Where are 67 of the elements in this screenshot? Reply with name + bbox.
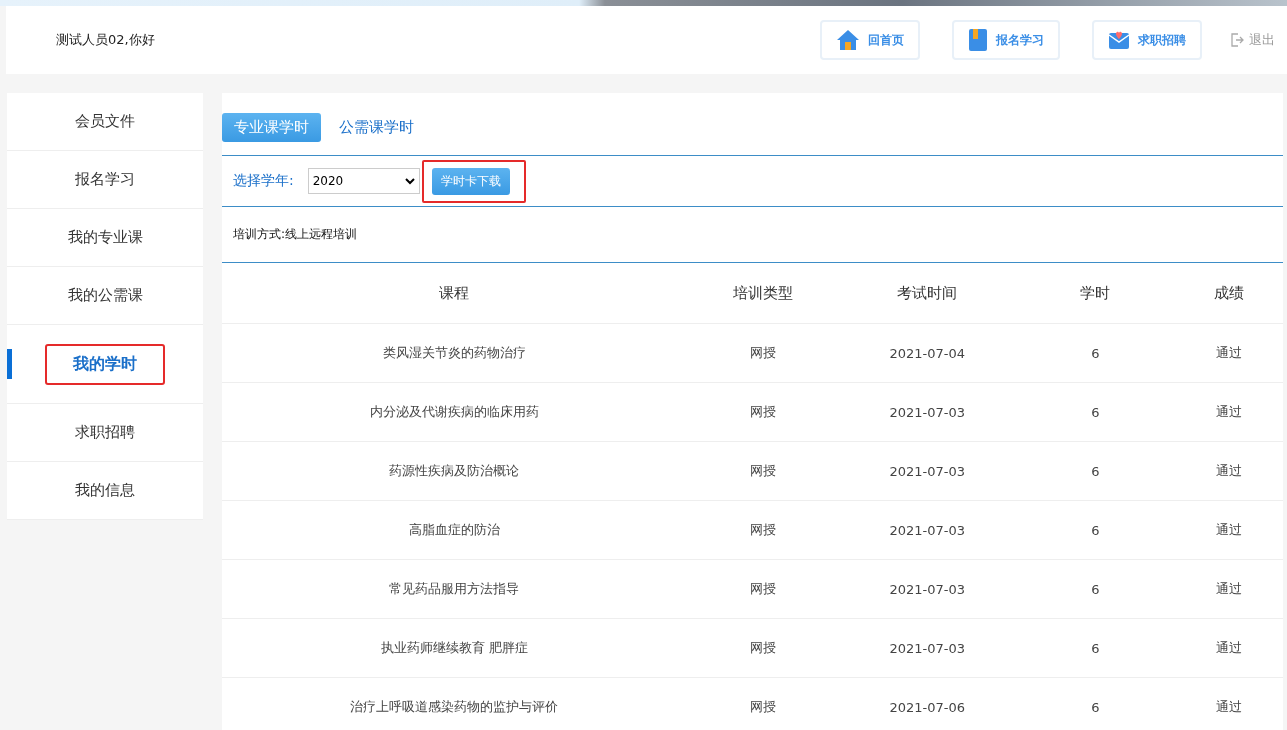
table-cell: 通过 <box>1175 323 1283 383</box>
table-cell: 治疗上呼吸道感染药物的监护与评价 <box>222 677 687 730</box>
column-header: 学时 <box>1015 263 1176 324</box>
column-header: 培训类型 <box>686 263 840 324</box>
table-cell: 2021-07-04 <box>839 323 1016 383</box>
table-cell: 通过 <box>1175 500 1283 560</box>
sidebar-item-label: 求职招聘 <box>74 422 136 443</box>
tab[interactable]: 公需课学时 <box>327 113 426 142</box>
table-cell: 通过 <box>1175 382 1283 442</box>
chevron-down-icon <box>404 177 415 185</box>
table-cell: 高脂血症的防治 <box>222 500 687 560</box>
table-cell: 6 <box>1015 382 1176 442</box>
logout-icon <box>1230 33 1244 47</box>
nav-button[interactable]: 报名学习 <box>952 20 1060 60</box>
sidebar-item[interactable]: 我的专业课 <box>7 209 203 267</box>
annotation-box: 我的学时 <box>45 343 165 385</box>
table-cell: 网授 <box>686 382 840 442</box>
table-cell: 网授 <box>686 323 840 383</box>
table-cell: 通过 <box>1175 677 1283 730</box>
training-mode-text: 培训方式:线上远程培训 <box>233 226 358 243</box>
table-cell: 2021-07-03 <box>839 500 1016 560</box>
sidebar-item[interactable]: 求职招聘 <box>7 404 203 462</box>
table-cell: 6 <box>1015 441 1176 501</box>
table-cell: 2021-07-03 <box>839 441 1016 501</box>
table-cell: 6 <box>1015 500 1176 560</box>
table-cell: 通过 <box>1175 441 1283 501</box>
sidebar-item[interactable]: 我的信息 <box>7 462 203 520</box>
sidebar-item-label: 我的公需课 <box>66 285 144 306</box>
table-cell: 2021-07-06 <box>839 677 1016 730</box>
sidebar-item-label: 我的信息 <box>74 480 136 501</box>
sidebar-item[interactable]: 我的公需课 <box>7 267 203 325</box>
column-header: 成绩 <box>1175 263 1283 324</box>
sidebar-item-label: 会员文件 <box>74 111 136 132</box>
table-cell: 网授 <box>686 441 840 501</box>
table-cell: 网授 <box>686 618 840 678</box>
table-cell: 网授 <box>686 677 840 730</box>
greeting-text: 测试人员02,你好 <box>56 31 155 49</box>
table-cell: 2021-07-03 <box>839 618 1016 678</box>
nav-button[interactable]: 回首页 <box>820 20 920 60</box>
year-label: 选择学年: <box>233 172 294 190</box>
table-cell: 通过 <box>1175 618 1283 678</box>
table-cell: 内分泌及代谢疾病的临床用药 <box>222 382 687 442</box>
table-cell: 类风湿关节炎的药物治疗 <box>222 323 687 383</box>
table-cell: 2021-07-03 <box>839 559 1016 619</box>
table-cell: 2021-07-03 <box>839 382 1016 442</box>
home-icon <box>836 29 860 51</box>
table-cell: 6 <box>1015 618 1176 678</box>
nav-button[interactable]: 求职招聘 <box>1092 20 1202 60</box>
column-header: 课程 <box>222 263 687 324</box>
year-select[interactable]: 2020 <box>307 168 420 194</box>
table-cell: 网授 <box>686 500 840 560</box>
sidebar-item[interactable]: 报名学习 <box>7 151 203 209</box>
table-cell: 网授 <box>686 559 840 619</box>
table-cell: 通过 <box>1175 559 1283 619</box>
table-cell: 6 <box>1015 677 1176 730</box>
column-header: 考试时间 <box>839 263 1016 324</box>
sidebar-item[interactable]: 会员文件 <box>7 93 203 151</box>
sidebar-item-label: 我的专业课 <box>66 227 144 248</box>
sidebar-item-label: 报名学习 <box>74 169 136 190</box>
book-icon <box>968 28 988 52</box>
table-cell: 药源性疾病及防治概论 <box>222 441 687 501</box>
table-cell: 6 <box>1015 559 1176 619</box>
sidebar-item[interactable]: 我的学时 <box>7 325 203 404</box>
table-cell: 6 <box>1015 323 1176 383</box>
table-cell: 常见药品服用方法指导 <box>222 559 687 619</box>
logout-link[interactable]: 退出 <box>1230 31 1275 49</box>
table-cell: 执业药师继续教育 肥胖症 <box>222 618 687 678</box>
